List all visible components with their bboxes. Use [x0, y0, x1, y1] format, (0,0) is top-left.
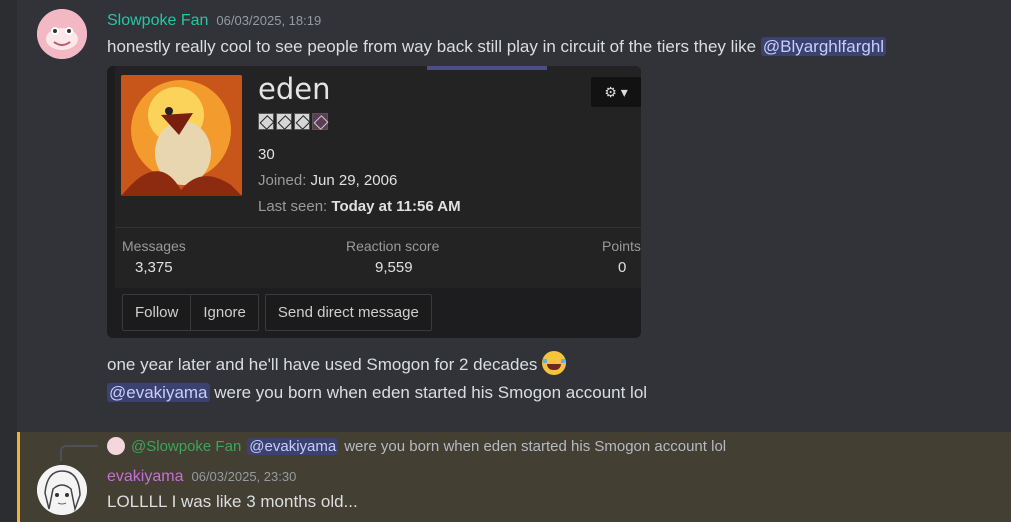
- ignore-button[interactable]: Ignore: [191, 295, 258, 330]
- stat-label-messages: Messages: [122, 238, 186, 254]
- followup-message-2: @evakiyama were you born when eden start…: [107, 383, 648, 402]
- joy-emoji-icon: [542, 351, 567, 375]
- stat-label-points: Points: [602, 238, 641, 254]
- author-name[interactable]: Slowpoke Fan: [107, 12, 208, 29]
- followup-message-1: one year later and he'll have used Smogo…: [107, 351, 567, 375]
- profile-username: eden: [258, 72, 331, 106]
- cropped-header-stub: [427, 66, 547, 70]
- stat-label-reaction-score: Reaction score: [346, 238, 440, 254]
- profile-action-buttons: Follow Ignore Send direct message: [122, 294, 432, 331]
- badge-icon: [312, 113, 328, 130]
- stat-value-points: 0: [618, 259, 627, 276]
- message-body: honestly really cool to see people from …: [107, 37, 761, 56]
- dm-group: Send direct message: [264, 294, 432, 331]
- timestamp: 06/03/2025, 18:19: [216, 13, 322, 28]
- message-text: LOLLLL I was like 3 months old...: [107, 492, 358, 511]
- stat-value-reaction-score: 9,559: [375, 259, 413, 276]
- joined-row: Joined: Jun 29, 2006: [258, 172, 398, 189]
- last-seen-row: Last seen: Today at 11:56 AM: [258, 198, 461, 215]
- trophy-badges: [258, 113, 328, 130]
- message-text: honestly really cool to see people from …: [107, 37, 887, 57]
- author-name[interactable]: evakiyama: [107, 468, 183, 485]
- settings-dropdown[interactable]: ⚙ ▾: [591, 77, 641, 107]
- message-header: Slowpoke Fan 06/03/2025, 18:19: [107, 10, 321, 30]
- replied-author-avatar: [107, 437, 125, 455]
- caret-down-icon: ▾: [620, 83, 628, 100]
- badge-icon: [294, 113, 310, 130]
- follow-ignore-group: Follow Ignore: [122, 294, 259, 331]
- evakiyama-avatar[interactable]: [37, 465, 87, 515]
- divider: [115, 227, 641, 228]
- timestamp: 06/03/2025, 23:30: [191, 469, 297, 484]
- badge-icon: [276, 113, 292, 130]
- profile-number: 30: [258, 146, 275, 163]
- user-mention[interactable]: @evakiyama: [107, 383, 210, 402]
- replied-message-preview: were you born when eden started his Smog…: [344, 437, 727, 455]
- slowpoke-fan-avatar[interactable]: [37, 9, 87, 59]
- gear-icon: ⚙: [604, 83, 617, 100]
- stat-value-messages: 3,375: [135, 259, 173, 276]
- message-header: evakiyama 06/03/2025, 23:30: [107, 466, 296, 486]
- send-direct-message-button[interactable]: Send direct message: [266, 295, 431, 330]
- user-mention[interactable]: @Blyarghlfarghl: [760, 37, 887, 56]
- profile-screenshot-embed[interactable]: eden ⚙ ▾ 30 Joined: Jun 29, 2006 Last see…: [107, 66, 641, 338]
- left-channel-strip: [0, 0, 17, 522]
- follow-button[interactable]: Follow: [123, 295, 192, 330]
- user-mention[interactable]: @evakiyama: [247, 437, 339, 455]
- profile-avatar-image: [121, 75, 242, 196]
- badge-icon: [258, 113, 274, 130]
- reply-spine: [60, 445, 98, 461]
- reply-reference[interactable]: @Slowpoke Fan @evakiyama were you born w…: [107, 437, 726, 455]
- replied-author-name[interactable]: @Slowpoke Fan: [131, 438, 241, 455]
- mention-highlight-bar: [17, 432, 20, 522]
